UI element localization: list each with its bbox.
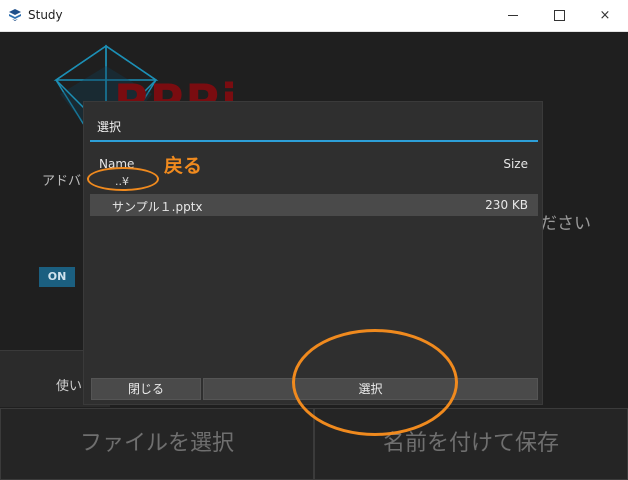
select-file-button[interactable]: ファイルを選択 [0, 408, 314, 480]
use-label: 使い [56, 379, 83, 394]
file-name: サンプル１.pptx [112, 200, 203, 214]
instruction-label: ださい [540, 214, 591, 234]
close-dialog-button[interactable]: 閉じる [91, 378, 201, 400]
annotation-circle-select-button [292, 329, 458, 436]
app-logo-icon [9, 9, 21, 21]
minimize-button[interactable] [490, 0, 536, 31]
window-title: Study [28, 8, 63, 22]
file-size: 230 KB [485, 198, 528, 212]
dialog-title-divider [90, 140, 538, 142]
maximize-button[interactable] [536, 0, 582, 31]
annotation-back-label: 戻る [164, 155, 203, 177]
column-header-size[interactable]: Size [503, 157, 528, 171]
dialog-title: 選択 [97, 120, 122, 134]
advanced-label: アドバ [42, 174, 82, 189]
file-row[interactable]: サンプル１.pptx 230 KB [90, 194, 538, 216]
close-window-button[interactable]: × [582, 0, 628, 31]
window-titlebar: Study × [0, 0, 628, 32]
toggle-on-switch[interactable]: ON [39, 267, 75, 287]
annotation-circle-parent-dir [87, 167, 159, 191]
